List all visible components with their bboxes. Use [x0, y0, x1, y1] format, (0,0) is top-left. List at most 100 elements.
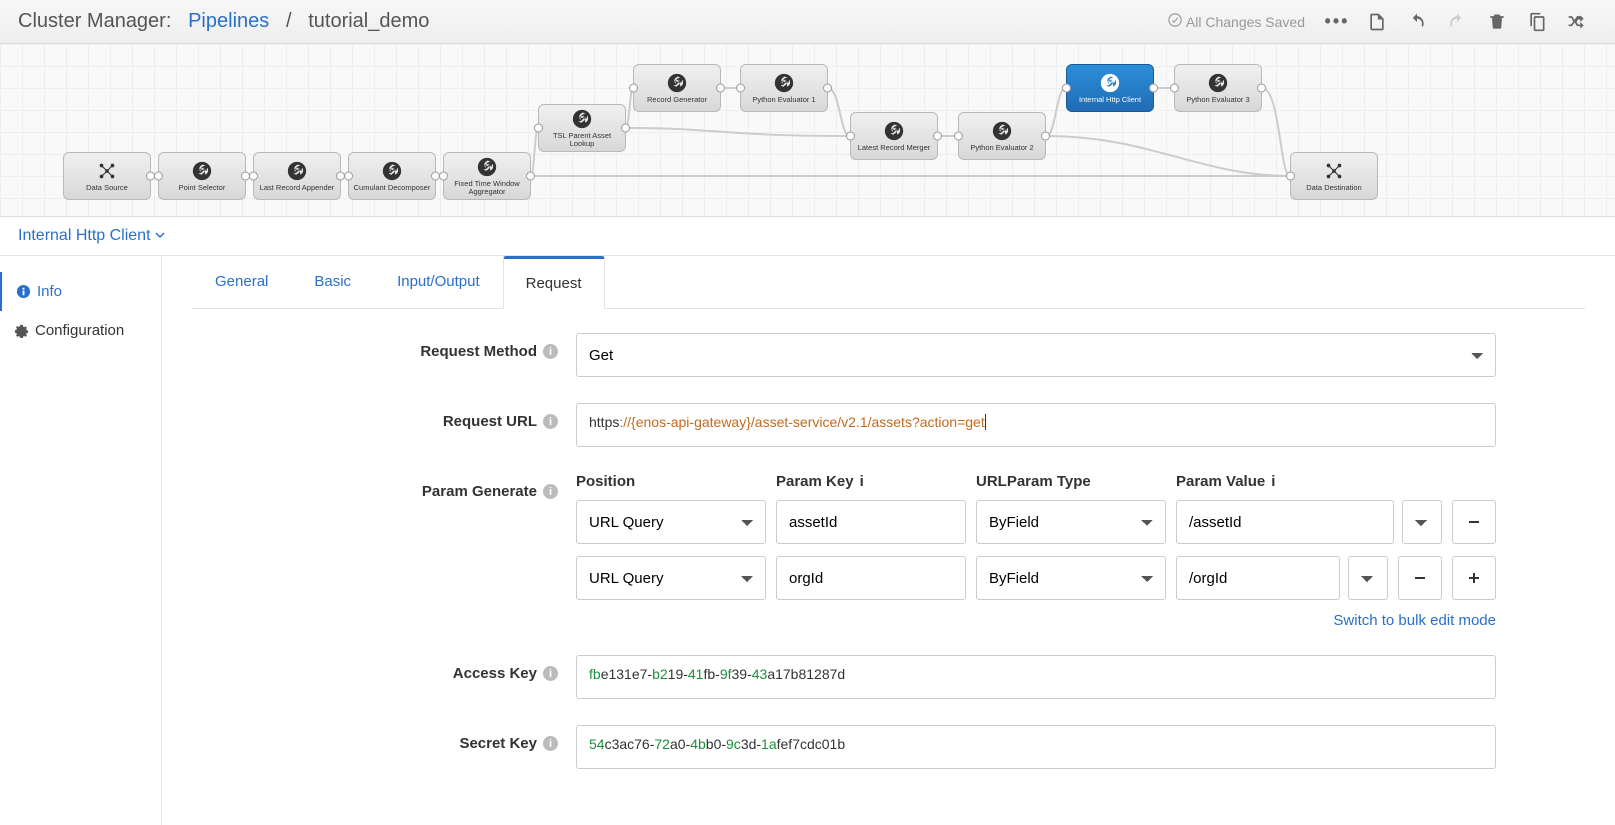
breadcrumb-pipelines-link[interactable]: Pipelines [188, 10, 269, 32]
sidebar-tab-configuration[interactable]: Configuration [0, 311, 161, 350]
pipeline-node[interactable]: Fixed Time Window Aggregator [443, 152, 531, 200]
help-icon[interactable]: i [860, 473, 864, 490]
port-out[interactable] [933, 132, 942, 141]
port-in[interactable] [249, 172, 258, 181]
save-status: All Changes Saved [1168, 13, 1305, 30]
pipeline-node[interactable]: TSL Parent Asset Lookup [538, 104, 626, 152]
param-value-dropdown[interactable] [1348, 556, 1388, 600]
new-button[interactable] [1357, 2, 1397, 42]
help-icon[interactable]: i [1271, 473, 1275, 490]
access-key-input[interactable]: fbe131e7-b219-41fb-9f39-43a17b81287d [576, 655, 1496, 699]
node-label: Data Source [86, 184, 128, 192]
breadcrumb: Cluster Manager: Pipelines / tutorial_de… [18, 10, 429, 33]
pipeline-node[interactable]: Latest Record Merger [850, 112, 938, 160]
param-table-header: Position Param Keyi URLParam Type Param … [576, 473, 1496, 490]
port-out[interactable] [823, 84, 832, 93]
tab-request[interactable]: Request [503, 256, 605, 309]
pipeline-node[interactable]: Data Source [63, 152, 151, 200]
pipeline-node[interactable]: Point Selector [158, 152, 246, 200]
help-icon[interactable]: i [543, 414, 558, 429]
stage-selector-bar: Internal Http Client [0, 217, 1615, 256]
param-position-select[interactable]: URL Query [576, 500, 766, 544]
node-label: Internal Http Client [1079, 96, 1141, 104]
port-in[interactable] [154, 172, 163, 181]
tab-basic[interactable]: Basic [291, 256, 374, 308]
app-header: Cluster Manager: Pipelines / tutorial_de… [0, 0, 1615, 44]
node-label: Cumulant Decomposer [354, 184, 431, 192]
redo-button[interactable] [1437, 2, 1477, 42]
delete-button[interactable] [1477, 2, 1517, 42]
port-in[interactable] [846, 132, 855, 141]
param-row: URL Query ByField [576, 556, 1496, 600]
param-type-select[interactable]: ByField [976, 556, 1166, 600]
port-out[interactable] [526, 172, 535, 181]
content-panel: General Basic Input/Output Request Reque… [162, 256, 1615, 825]
request-method-select[interactable]: Get [576, 333, 1496, 377]
pipeline-node[interactable]: Last Record Appender [253, 152, 341, 200]
port-out[interactable] [1257, 84, 1266, 93]
port-in[interactable] [534, 124, 543, 133]
remove-param-button[interactable] [1452, 500, 1496, 544]
node-icon [1099, 72, 1121, 94]
node-icon [666, 72, 688, 94]
more-menu-button[interactable]: ••• [1317, 2, 1357, 42]
node-label: Latest Record Merger [858, 144, 931, 152]
pipeline-node[interactable]: Python Evaluator 1 [740, 64, 828, 112]
remove-param-button[interactable] [1398, 556, 1442, 600]
port-in[interactable] [629, 84, 638, 93]
tab-general[interactable]: General [192, 256, 291, 308]
tab-input-output[interactable]: Input/Output [374, 256, 503, 308]
port-in[interactable] [736, 84, 745, 93]
port-out[interactable] [1149, 84, 1158, 93]
help-icon[interactable]: i [543, 484, 558, 499]
port-in[interactable] [954, 132, 963, 141]
param-value-dropdown[interactable] [1402, 500, 1442, 544]
request-url-input[interactable]: https://{enos-api-gateway}/asset-service… [576, 403, 1496, 447]
secret-key-input[interactable]: 54c3ac76-72a0-4bb0-9c3d-1afef7cdc01b [576, 725, 1496, 769]
port-in[interactable] [1170, 84, 1179, 93]
pipeline-node[interactable]: Internal Http Client [1066, 64, 1154, 112]
node-label: Python Evaluator 3 [1186, 96, 1249, 104]
breadcrumb-prefix: Cluster Manager: [18, 10, 171, 32]
node-label: Point Selector [179, 184, 226, 192]
port-out[interactable] [1041, 132, 1050, 141]
breadcrumb-current: tutorial_demo [308, 10, 429, 32]
pipeline-node[interactable]: Python Evaluator 3 [1174, 64, 1262, 112]
info-icon [16, 284, 31, 299]
port-in[interactable] [1062, 84, 1071, 93]
pipeline-canvas[interactable]: Data Source Point Selector Last Record App… [0, 44, 1615, 217]
pipeline-node[interactable]: Data Destination [1290, 152, 1378, 200]
param-key-input[interactable] [776, 500, 966, 544]
node-icon [381, 160, 403, 182]
help-icon[interactable]: i [543, 666, 558, 681]
port-out[interactable] [621, 124, 630, 133]
param-type-select[interactable]: ByField [976, 500, 1166, 544]
pipeline-node[interactable]: Cumulant Decomposer [348, 152, 436, 200]
param-value-input[interactable] [1176, 500, 1394, 544]
port-in[interactable] [439, 172, 448, 181]
content-tabs: General Basic Input/Output Request [192, 256, 1585, 309]
param-value-input[interactable] [1176, 556, 1340, 600]
port-in[interactable] [1286, 172, 1295, 181]
help-icon[interactable]: i [543, 736, 558, 751]
port-out[interactable] [716, 84, 725, 93]
node-icon [286, 160, 308, 182]
add-param-button[interactable] [1452, 556, 1496, 600]
undo-button[interactable] [1397, 2, 1437, 42]
pipeline-node[interactable]: Python Evaluator 2 [958, 112, 1046, 160]
breadcrumb-sep: / [286, 10, 292, 32]
request-method-label: Request Method i [192, 333, 576, 360]
node-icon [476, 156, 498, 178]
port-in[interactable] [344, 172, 353, 181]
stage-selector[interactable]: Internal Http Client [18, 227, 165, 245]
pipeline-node[interactable]: Record Generator [633, 64, 721, 112]
node-label: Fixed Time Window Aggregator [447, 180, 527, 197]
param-key-input[interactable] [776, 556, 966, 600]
sidebar-tab-info[interactable]: Info [0, 272, 161, 311]
help-icon[interactable]: i [543, 344, 558, 359]
chevron-down-icon [155, 227, 165, 245]
copy-button[interactable] [1517, 2, 1557, 42]
param-position-select[interactable]: URL Query [576, 556, 766, 600]
shuffle-button[interactable] [1557, 2, 1597, 42]
bulk-edit-link[interactable]: Switch to bulk edit mode [576, 612, 1496, 629]
